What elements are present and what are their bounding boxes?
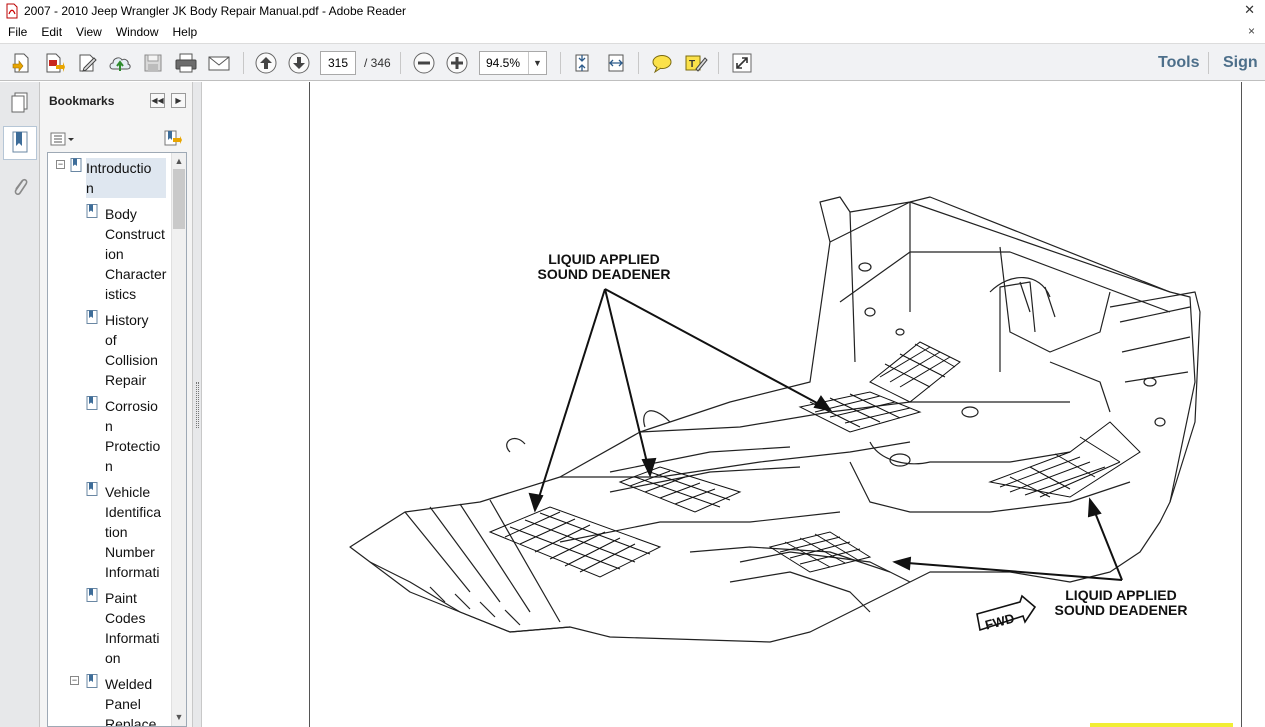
- menu-help[interactable]: Help: [165, 25, 204, 39]
- bookmark-icon: [86, 588, 98, 602]
- export-pdf-icon: [46, 53, 65, 73]
- bookmark-paint-codes[interactable]: Paint Codes Informati on: [105, 588, 177, 668]
- bookmark-icon: [86, 310, 98, 324]
- bookmark-icon: [70, 158, 82, 172]
- zoom-value: 94.5%: [486, 56, 521, 70]
- page-number-input[interactable]: [320, 51, 356, 75]
- fit-page-icon: [575, 54, 589, 72]
- comment-icon: [652, 55, 672, 74]
- expand-panel-button[interactable]: ▶: [171, 93, 186, 108]
- bookmarks-panel: Bookmarks ◀◀ ▶ − Introductio n Body Cons…: [40, 82, 192, 727]
- read-mode-button[interactable]: [729, 50, 755, 76]
- menu-edit[interactable]: Edit: [33, 25, 68, 39]
- email-icon: [208, 56, 230, 71]
- scroll-up-icon[interactable]: ▲: [172, 153, 186, 169]
- label-liquid-applied-bottom: LIQUID APPLIED SOUND DEADENER: [1054, 587, 1188, 618]
- collapse-panel-button[interactable]: ◀◀: [150, 93, 165, 108]
- bookmarks-header: Bookmarks ◀◀ ▶: [40, 82, 192, 120]
- document-close-button[interactable]: ×: [1248, 24, 1255, 38]
- bookmark-icon: [86, 674, 98, 688]
- toolbar: / 346 94.5% ▼ T Tools Sign: [0, 43, 1265, 81]
- window-close-button[interactable]: ✕: [1244, 2, 1255, 18]
- edit-icon: [79, 54, 97, 72]
- panel-splitter[interactable]: [192, 82, 202, 727]
- menu-bar: File Edit View Window Help ×: [0, 22, 1265, 42]
- fit-page-button[interactable]: [569, 50, 595, 76]
- chevron-down-icon[interactable]: ▼: [528, 52, 546, 74]
- collapse-toggle[interactable]: −: [56, 160, 65, 169]
- menu-view[interactable]: View: [68, 25, 108, 39]
- bookmarks-title: Bookmarks: [49, 94, 115, 108]
- highlight-strip: [1090, 723, 1233, 727]
- zoom-out-icon: [413, 52, 435, 74]
- bookmark-icon: [86, 396, 98, 410]
- navigation-pane-strip: [0, 82, 40, 727]
- adobe-reader-icon: [6, 3, 18, 19]
- sign-button[interactable]: Sign: [1223, 54, 1258, 72]
- svg-text:T: T: [689, 59, 695, 70]
- bookmark-welded-panel[interactable]: Welded Panel Replace: [105, 674, 177, 726]
- bookmark-icon: [12, 131, 28, 153]
- create-pdf-icon: [12, 53, 29, 73]
- attachments-button[interactable]: [3, 170, 37, 204]
- highlight-button[interactable]: T: [683, 50, 709, 76]
- tools-button[interactable]: Tools: [1158, 54, 1199, 72]
- scroll-thumb[interactable]: [173, 169, 185, 229]
- page-thumbnails-icon: [11, 92, 28, 113]
- zoom-in-button[interactable]: [444, 50, 470, 76]
- bookmarks-scrollbar[interactable]: ▲ ▼: [171, 153, 186, 726]
- edit-pdf-button[interactable]: [74, 50, 100, 76]
- fit-width-icon: [608, 54, 624, 72]
- next-page-button[interactable]: [286, 50, 312, 76]
- next-page-icon: [288, 52, 310, 74]
- create-pdf-button[interactable]: [8, 50, 34, 76]
- bookmark-body-construction[interactable]: Body Construct ion Character istics: [105, 204, 177, 304]
- bookmarks-button[interactable]: [3, 126, 37, 160]
- save-icon: [144, 54, 162, 72]
- comment-button[interactable]: [649, 50, 675, 76]
- options-menu-icon[interactable]: [50, 131, 76, 147]
- bookmark-icon: [86, 204, 98, 218]
- bookmark-introduction[interactable]: Introductio n: [86, 158, 166, 198]
- pdf-page: FWD LIQUID APPLIED SOUND DEADENER LIQUID…: [309, 82, 1242, 727]
- zoom-in-icon: [446, 52, 468, 74]
- menu-file[interactable]: File: [0, 25, 33, 39]
- zoom-out-button[interactable]: [411, 50, 437, 76]
- label-liquid-applied-top: LIQUID APPLIED SOUND DEADENER: [537, 251, 671, 282]
- print-button[interactable]: [173, 50, 199, 76]
- export-pdf-button[interactable]: [41, 50, 67, 76]
- upload-icon: [109, 57, 131, 71]
- bookmarks-toolbar: [40, 126, 192, 152]
- email-button[interactable]: [206, 50, 232, 76]
- page-total: / 346: [364, 56, 391, 70]
- fit-width-button[interactable]: [603, 50, 629, 76]
- highlight-icon: T: [685, 55, 708, 72]
- bookmark-icon: [86, 482, 98, 496]
- new-bookmark-icon[interactable]: [162, 129, 182, 147]
- collapse-toggle[interactable]: −: [70, 676, 79, 685]
- bookmark-vehicle-identification[interactable]: Vehicle Identifica tion Number Informati: [105, 482, 177, 582]
- print-icon: [175, 53, 197, 73]
- title-bar: 2007 - 2010 Jeep Wrangler JK Body Repair…: [0, 0, 1265, 22]
- upload-button[interactable]: [107, 50, 133, 76]
- bookmarks-tree: − Introductio n Body Construct ion Chara…: [47, 152, 187, 727]
- fwd-label: FWD: [983, 610, 1015, 632]
- page-thumbnails-button[interactable]: [3, 86, 37, 120]
- previous-page-icon: [255, 52, 277, 74]
- window-title: 2007 - 2010 Jeep Wrangler JK Body Repair…: [24, 4, 407, 18]
- bookmark-corrosion-protection[interactable]: Corrosio n Protectio n: [105, 396, 177, 476]
- document-viewport[interactable]: FWD LIQUID APPLIED SOUND DEADENER LIQUID…: [202, 82, 1265, 727]
- previous-page-button[interactable]: [253, 50, 279, 76]
- menu-window[interactable]: Window: [108, 25, 165, 39]
- zoom-select[interactable]: 94.5% ▼: [479, 51, 547, 75]
- vehicle-floor-pan-illustration: FWD: [349, 196, 1201, 643]
- bookmark-history[interactable]: History of Collision Repair: [105, 310, 177, 390]
- scroll-down-icon[interactable]: ▼: [172, 709, 186, 725]
- save-button[interactable]: [140, 50, 166, 76]
- read-mode-icon: [732, 53, 752, 73]
- paperclip-icon: [14, 178, 28, 196]
